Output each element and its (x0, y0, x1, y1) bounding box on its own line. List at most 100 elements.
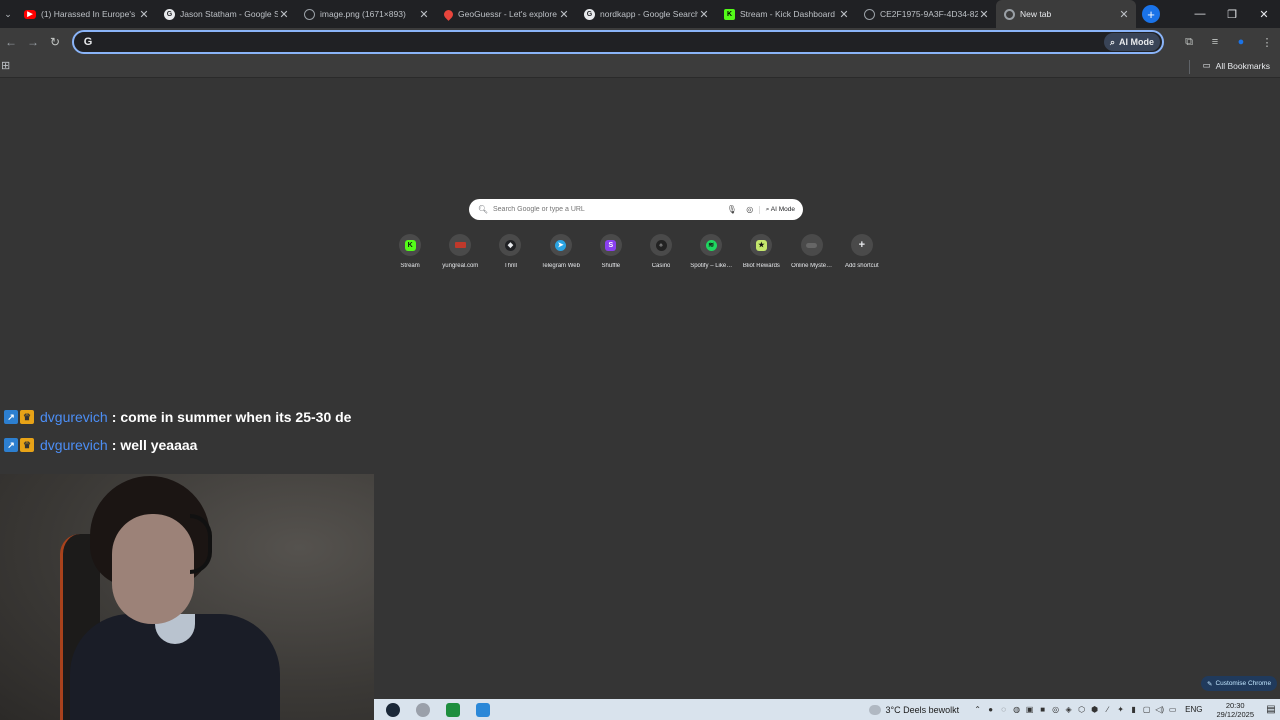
toolbar-actions: ⧉ ≡ ● ⋮ (1176, 28, 1280, 56)
shortcut-stream[interactable]: K Stream (385, 234, 435, 274)
minimize-icon[interactable]: — (1184, 0, 1216, 28)
tray-app-icon[interactable]: ⬢ (1088, 699, 1101, 720)
battery-icon[interactable]: ▭ (1166, 699, 1179, 720)
shortcut-bliot[interactable]: ★ Bliot Rewards (736, 234, 786, 274)
plus-icon: + (858, 239, 865, 251)
address-bar[interactable]: G ⌕ AI Mode (72, 30, 1164, 54)
ntp-search-input[interactable] (493, 206, 723, 213)
weather-widget[interactable]: 3°C Deels bewolkt (869, 704, 959, 715)
shortcut-telegram[interactable]: ➤ Telegram Web (536, 234, 586, 274)
youtube-icon: ▶ (24, 9, 36, 19)
system-tray: 3°C Deels bewolkt ⌃ ● ◌ ◍ ▣ ■ ◎ ◈ ⬡ ⬢ ∕ … (869, 699, 1280, 720)
shortcut-casino[interactable]: ♠ Casino (636, 234, 686, 274)
close-window-icon[interactable]: ✕ (1248, 0, 1280, 28)
shortcut-tile: ➤ (549, 234, 572, 256)
microphone-icon[interactable]: 🎙︎ (723, 205, 741, 214)
tab-title: (1) Harassed In Europe's (41, 9, 136, 19)
notification-icon[interactable]: ▤ (1262, 704, 1280, 715)
shortcut-label: yungreal.com (442, 263, 479, 269)
gear-icon (416, 702, 430, 717)
menu-icon[interactable]: ⋮ (1254, 36, 1280, 49)
shortcut-thrill[interactable]: ◆ Thrill (485, 234, 535, 274)
language-indicator[interactable]: ENG (1185, 705, 1202, 714)
all-bookmarks-button[interactable]: ▭ All Bookmarks (1203, 60, 1270, 71)
tab-close-icon[interactable]: ✕ (278, 8, 290, 21)
shortcut-shuffle[interactable]: S Shuffle (586, 234, 636, 274)
tray-app-icon[interactable]: ✦ (1114, 699, 1127, 720)
map-pin-icon (442, 7, 455, 21)
taskbar-app-steam[interactable] (382, 699, 404, 720)
tab-close-icon[interactable]: ✕ (838, 8, 850, 21)
shortcut-yungreal[interactable]: yungreal.com (435, 234, 485, 274)
tab-geoguessr[interactable]: GeoGuessr - Let's explore ✕ (436, 0, 576, 28)
forward-icon[interactable]: → (22, 31, 44, 53)
shortcut-tile: ◆ (499, 234, 522, 256)
tray-app-icon[interactable]: ◌ (997, 699, 1010, 720)
tray-app-icon[interactable]: ◍ (1010, 699, 1023, 720)
shortcut-spotify[interactable]: ≋ Spotify – Like… (686, 234, 736, 274)
shortcut-tile: S (599, 234, 622, 256)
tab-new-tab[interactable]: New tab ✕ (996, 0, 1136, 28)
spotify-icon: ≋ (705, 239, 717, 251)
tab-close-icon[interactable]: ✕ (698, 8, 710, 21)
address-input[interactable] (98, 36, 1104, 48)
tab-title: nordkapp - Google Search (600, 9, 698, 19)
shortcut-online-mystery[interactable]: Online Myste… (787, 234, 837, 274)
ai-mode-button[interactable]: ⌕ AI Mode (1103, 33, 1160, 51)
apps-grid-icon[interactable]: ⊞ (1, 60, 13, 72)
restore-icon[interactable]: ❐ (1216, 0, 1248, 28)
reload-icon[interactable]: ↻ (44, 31, 66, 53)
tab-google-statham[interactable]: G Jason Statham - Google S ✕ (156, 0, 296, 28)
chevron-up-icon[interactable]: ⌃ (971, 699, 984, 720)
tab-youtube[interactable]: ▶ (1) Harassed In Europe's ✕ (16, 0, 156, 28)
microphone-icon[interactable]: ▮ (1127, 699, 1140, 720)
app-icon (446, 702, 460, 717)
tab-kick[interactable]: K Stream - Kick Dashboard ✕ (716, 0, 856, 28)
tab-image[interactable]: image.png (1671×893) ✕ (296, 0, 436, 28)
kick-icon: K (724, 8, 735, 20)
tab-ce2f[interactable]: CE2F1975-9A3F-4D34-82 ✕ (856, 0, 996, 28)
snipping-tool-icon (476, 702, 490, 717)
extensions-icon[interactable]: ⧉ (1176, 36, 1202, 49)
tray-app-icon[interactable]: ▣ (1023, 699, 1036, 720)
customise-chrome-button[interactable]: ✎ Customise Chrome (1201, 676, 1278, 691)
tab-close-icon[interactable]: ✕ (418, 8, 430, 21)
tab-close-icon[interactable]: ✕ (1118, 8, 1130, 21)
profile-icon[interactable]: ● (1228, 36, 1254, 48)
taskbar-app-snipping[interactable] (472, 699, 494, 720)
tab-title: CE2F1975-9A3F-4D34-82 (880, 9, 978, 19)
ntp-search-box[interactable]: 🔍︎ 🎙︎ ◎ ⌕ AI Mode (469, 199, 803, 220)
ai-mode-label: AI Mode (1119, 37, 1154, 47)
back-icon[interactable]: ← (0, 31, 22, 53)
tray-app-icon[interactable]: ◎ (1049, 699, 1062, 720)
tab-close-icon[interactable]: ✕ (978, 8, 990, 21)
clock[interactable]: 20:30 29/12/2025 (1216, 701, 1254, 719)
lens-icon[interactable]: ◎ (741, 205, 759, 214)
shortcut-add[interactable]: + Add shortcut (837, 234, 887, 274)
pencil-icon: ✎ (1207, 680, 1213, 688)
speaker-icon[interactable]: ◁) (1153, 699, 1166, 720)
tab-close-icon[interactable]: ✕ (558, 8, 570, 21)
clock-date: 29/12/2025 (1216, 709, 1254, 719)
customise-label: Customise Chrome (1215, 680, 1272, 687)
tray-app-icon[interactable]: ■ (1036, 699, 1049, 720)
tray-app-icon[interactable]: ∕ (1101, 699, 1114, 720)
shortcut-label: Spotify – Like… (690, 263, 733, 269)
tab-search-button[interactable]: ⌄ (0, 0, 16, 28)
tray-app-icon[interactable]: ⬡ (1075, 699, 1088, 720)
thrill-icon: ◆ (504, 239, 516, 251)
ntp-ai-mode-button[interactable]: ⌕ AI Mode (758, 205, 803, 214)
folder-icon: ▭ (1202, 60, 1211, 70)
tab-google-nordkapp[interactable]: G nordkapp - Google Search ✕ (576, 0, 716, 28)
tray-app-icon[interactable]: ● (984, 699, 997, 720)
shuffle-icon: S (605, 239, 617, 251)
tab-close-icon[interactable]: ✕ (138, 8, 150, 21)
chat-message: ↗ ♛ dvgurevich : well yeaaaa (4, 431, 374, 459)
tray-app-icon[interactable]: ◈ (1062, 699, 1075, 720)
network-icon[interactable]: ▢ (1140, 699, 1153, 720)
taskbar-app-settings[interactable] (412, 699, 434, 720)
chat-message: ↗ ♛ dvgurevich : come in summer when its… (4, 403, 374, 431)
media-controls-icon[interactable]: ≡ (1202, 36, 1228, 48)
taskbar-app-obs[interactable] (442, 699, 464, 720)
new-tab-button[interactable]: + (1142, 5, 1160, 23)
